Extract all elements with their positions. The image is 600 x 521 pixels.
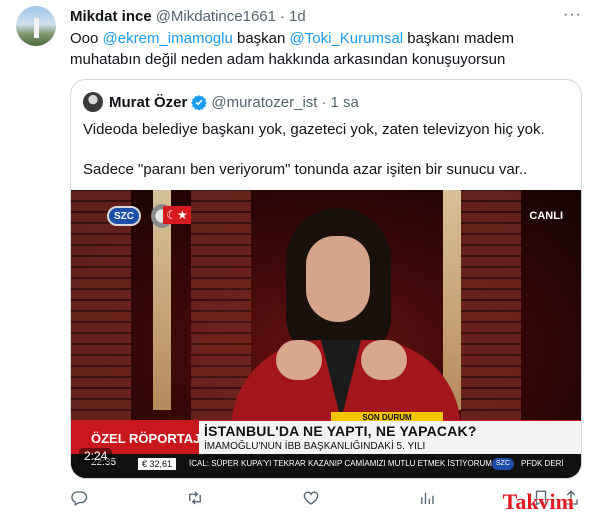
separator-dot: · — [321, 93, 327, 111]
quote-text: Videoda belediye başkanı yok, gazeteci y… — [83, 120, 571, 180]
reply-icon — [71, 491, 88, 506]
like-button[interactable] — [302, 489, 320, 507]
video-duration: 2:24 — [79, 448, 113, 464]
turkish-flag-icon: ☾★ — [163, 206, 191, 224]
live-badge: CANLI — [529, 210, 563, 222]
separator-dot: · — [279, 7, 285, 25]
reply-button[interactable] — [70, 489, 88, 507]
subheadline: İMAMOĞLU'NUN İBB BAŞKANLIĞINDAKİ 5. YILI — [204, 441, 426, 452]
author-avatar[interactable] — [16, 6, 56, 46]
retweet-icon — [189, 491, 201, 505]
tweet-text: Ooo @ekrem_imamoglu başkan @Toki_Kurumsa… — [70, 28, 580, 70]
quote-time[interactable]: 1 sa — [330, 94, 358, 111]
tweet-text-mid: başkan — [232, 30, 290, 47]
headline: İSTANBUL'DA NE YAPTI, NE YAPACAK? — [204, 423, 477, 439]
quote-header: Murat Özer @muratozer_ist · 1 sa — [83, 92, 359, 112]
ticker-text-next: PFDK DERİ — [521, 459, 564, 468]
verified-badge-icon — [191, 95, 208, 110]
tweet-header: Mikdat ince @Mikdatince1661 · 1d — [70, 6, 584, 26]
presenter-hand — [361, 340, 407, 380]
views-button[interactable] — [418, 489, 436, 507]
tweet-time[interactable]: 1d — [289, 8, 306, 25]
tweet-text-start: Ooo — [70, 30, 103, 47]
currency-rate: € 32,61 — [138, 458, 177, 470]
quote-author-name[interactable]: Murat Özer — [109, 94, 187, 111]
author-name[interactable]: Mikdat ince — [70, 8, 152, 25]
retweet-button[interactable] — [186, 489, 204, 507]
more-options-icon[interactable]: ··· — [563, 6, 582, 24]
channel-logo: SZC — [107, 206, 141, 226]
presenter-hand — [276, 340, 322, 380]
quote-author-handle[interactable]: @muratozer_ist — [211, 94, 317, 111]
takvim-watermark: Takvim — [502, 489, 574, 514]
author-handle[interactable]: @Mikdatince1661 — [156, 8, 276, 25]
mention-link[interactable]: @ekrem_imamoglu — [103, 30, 233, 47]
ticker-logo: SZC — [492, 458, 514, 470]
quote-author-avatar[interactable] — [83, 92, 103, 112]
video-player[interactable]: SZC ☾★ CANLI SON DURUM ÖZEL RÖPORTAJ İST… — [71, 190, 581, 478]
presenter-face — [306, 236, 370, 322]
studio-light — [443, 190, 461, 410]
mention-link[interactable]: @Toki_Kurumsal — [290, 30, 404, 47]
quote-line: Sadece "paranı ben veriyorum" tonunda az… — [83, 161, 528, 178]
like-icon — [303, 491, 319, 505]
segment-label: ÖZEL RÖPORTAJ — [91, 431, 201, 446]
studio-wall — [461, 190, 521, 420]
quoted-tweet[interactable]: Murat Özer @muratozer_ist · 1 sa Videoda… — [70, 79, 582, 479]
ticker-text: İCAL: SÜPER KUPA'YI TEKRAR KAZANIP CAMİA… — [189, 459, 492, 468]
views-icon — [421, 492, 434, 504]
quote-line: Videoda belediye başkanı yok, gazeteci y… — [83, 121, 545, 138]
